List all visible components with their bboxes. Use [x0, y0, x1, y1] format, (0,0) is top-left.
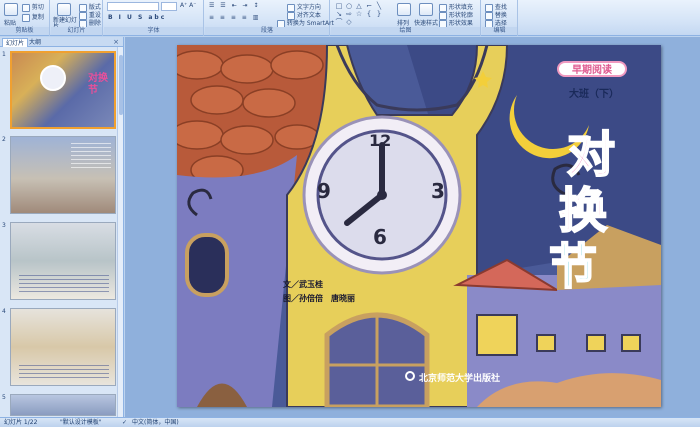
cut-icon [22, 3, 30, 12]
clock-number-6: 6 [373, 225, 387, 249]
publisher-name: 北京师范大学出版社 [419, 374, 501, 384]
align-icons[interactable]: ≡ ≡ ≡ ≡ ▥ [209, 14, 260, 21]
paragraph-group: ☰ ☰ ⇤ ⇥ ↕ 文字方向 对齐文本 ≡ ≡ ≡ ≡ ▥ 转换为 SmartA… [205, 0, 334, 36]
slide-thumbnail[interactable] [10, 308, 116, 386]
thumb-text-block [71, 143, 111, 171]
slide-count-status: 幻灯片 1/22 [4, 419, 38, 426]
paste-icon[interactable] [4, 3, 18, 16]
slides-group: 新建幻灯片 版式 重设 删除 幻灯片 [51, 0, 103, 36]
font-group-label: 字体 [104, 27, 203, 35]
quick-styles-button[interactable]: 快速样式 [414, 18, 438, 27]
theme-status: "默认设计模板" [60, 419, 102, 426]
editing-group-label: 编辑 [482, 27, 517, 35]
language-status: 中文(简体，中国) [132, 419, 179, 426]
font-format-icons[interactable]: B I U S abc [108, 14, 166, 21]
cover-title: 对 换 节 [548, 126, 637, 296]
slide-canvas[interactable]: 早期阅读 大班（下） 对 换 节 12 3 6 9 文／武玉桂 图／孙倍倍 唐晓… [177, 45, 661, 407]
clock-number-12: 12 [369, 131, 392, 150]
tab-slides[interactable]: 幻灯片 [2, 38, 29, 47]
scrollbar-thumb[interactable] [119, 55, 123, 115]
slide-thumbnail[interactable] [10, 394, 116, 416]
slide-number: 5 [2, 394, 6, 401]
grow-font-icon[interactable]: A⁺ A⁻ [180, 2, 196, 9]
grade-label: 大班（下） [569, 89, 619, 100]
publisher-logo-icon [405, 371, 415, 381]
thumb-clock-icon [40, 65, 66, 91]
thumb-title: 对换节 [88, 73, 108, 96]
copy-button[interactable]: 复制 [22, 12, 44, 22]
illustrator-credit: 图／孙倍倍 唐晓丽 [283, 294, 355, 303]
title-char-3: 节 [548, 238, 598, 296]
thumb-text-block [19, 275, 109, 293]
arrange-button[interactable]: 排列 [397, 18, 409, 27]
slide-number: 1 [2, 51, 6, 58]
slide-number: 4 [2, 308, 6, 315]
cut-button[interactable]: 剪切 [22, 2, 44, 12]
copy-icon [22, 13, 30, 22]
clipboard-group: 粘贴 剪切 复制 剪贴板 [0, 0, 50, 36]
pane-tabs: 幻灯片 大纲 × [0, 37, 123, 47]
slides-group-label: 幻灯片 [51, 27, 102, 35]
clock-number-3: 3 [431, 179, 445, 203]
slide-thumbnail[interactable]: 对换节 [10, 51, 116, 129]
thumb-text-block [19, 365, 109, 381]
paragraph-group-label: 段落 [205, 27, 329, 35]
close-pane-icon[interactable]: × [113, 38, 119, 46]
title-char-2: 换 [558, 182, 608, 240]
status-bar: 幻灯片 1/22 "默认设计模板" ✓ 中文(简体，中国) [0, 417, 700, 427]
slide-thumbnail[interactable] [10, 136, 116, 214]
drawing-group-label: 绘图 [331, 27, 480, 35]
font-name-input[interactable] [107, 2, 159, 11]
shapes-gallery[interactable]: □ ○ △ ⌐ ╲↘ ⇨ ☆{}⌒ ◇ [334, 2, 392, 26]
tab-outline[interactable]: 大纲 [26, 38, 44, 47]
author-credit: 文／武玉桂 [283, 280, 323, 289]
slide-number: 2 [2, 136, 6, 143]
font-group: A⁺ A⁻ B I U S abc 字体 [104, 0, 204, 36]
title-char-1: 对 [566, 126, 616, 184]
ribbon: 粘贴 剪切 复制 剪贴板 新建幻灯片 版式 重设 删除 幻灯片 A⁺ A⁻ B … [0, 0, 700, 36]
series-badge: 早期阅读 [557, 61, 627, 77]
arrange-icon[interactable] [397, 3, 411, 16]
quick-styles-icon[interactable] [419, 3, 433, 16]
slide-editor: 早期阅读 大班（下） 对 换 节 12 3 6 9 文／武玉桂 图／孙倍倍 唐晓… [125, 37, 700, 417]
drawing-group: □ ○ △ ⌐ ╲↘ ⇨ ☆{}⌒ ◇ 排列 快速样式 形状填充 形状轮廓 形状效果 绘图 [331, 0, 481, 36]
language-icon: ✓ [122, 419, 128, 426]
slide-thumbnail[interactable] [10, 222, 116, 300]
paste-button[interactable]: 粘贴 [4, 18, 16, 27]
font-size-input[interactable] [161, 2, 177, 11]
pane-scrollbar[interactable] [117, 47, 123, 417]
editing-group: 查找 替换 选择 编辑 [482, 0, 518, 36]
clipboard-group-label: 剪贴板 [0, 27, 49, 35]
slide-number: 3 [2, 222, 6, 229]
list-icons[interactable]: ☰ ☰ ⇤ ⇥ ↕ [209, 2, 260, 9]
new-slide-icon[interactable] [57, 3, 71, 16]
slides-pane: 幻灯片 大纲 × 1 对换节 2 3 4 5 [0, 37, 124, 417]
clock-number-9: 9 [317, 179, 331, 203]
